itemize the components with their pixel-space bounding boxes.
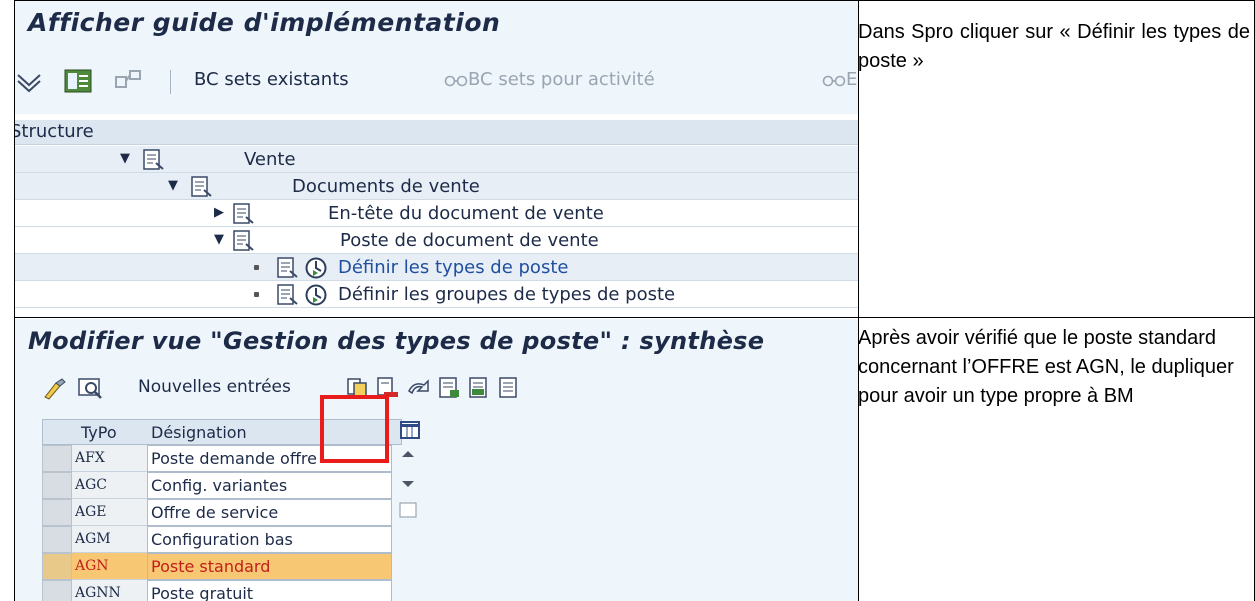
annotation-highlight-box (320, 395, 389, 463)
filter-icon[interactable] (16, 69, 42, 95)
bullet-icon (254, 265, 259, 270)
implementation-guide-screenshot: Afficher guide d'implémentation BC sets … (14, 0, 858, 317)
tree-label-poste-document: Poste de document de vente (340, 230, 599, 251)
document-icon (143, 149, 164, 170)
table-border-left (14, 0, 15, 601)
window-title: Afficher guide d'implémentation (28, 8, 501, 37)
document-table: Afficher guide d'implémentation BC sets … (0, 0, 1255, 601)
column-header-designation[interactable]: Désignation (151, 423, 247, 442)
document-icon (233, 203, 254, 224)
bottom-instruction-cell: Après avoir vérifié que le poste standar… (858, 324, 1250, 464)
execute-clock-icon[interactable] (304, 256, 328, 280)
table-row[interactable]: AGE Offre de service (42, 499, 402, 526)
structure-column-header: Structure (14, 120, 858, 145)
tree-node-documents-de-vente[interactable]: ▼ Documents de vente (14, 173, 858, 200)
document-icon (191, 176, 212, 197)
cell-typo: AGNN (72, 580, 147, 601)
collapsed-arrow-icon[interactable]: ▶ (214, 205, 224, 220)
bc-sets-pour-activite-button[interactable]: BC sets pour activité (468, 69, 655, 90)
row-selector[interactable] (42, 445, 72, 472)
tree-node-vente[interactable]: ▼ Vente (14, 146, 858, 173)
expand-arrow-icon[interactable]: ▼ (168, 178, 178, 193)
table-area: TyPo Désignation AFX Poste demande offre… (14, 411, 858, 601)
cell-typo: AGM (72, 526, 147, 553)
row-selector[interactable] (42, 553, 72, 580)
application-toolbar: BC sets existants BC sets pour activité … (14, 52, 858, 114)
tree-node-definir-types-poste[interactable]: Définir les types de poste (14, 254, 858, 281)
table-border-center (858, 0, 859, 601)
tree-label-definir-types-poste[interactable]: Définir les types de poste (338, 257, 568, 278)
row-selector[interactable] (42, 580, 72, 601)
toolbar-separator (170, 70, 171, 94)
cell-typo: AFX (72, 445, 147, 472)
column-settings-icon[interactable] (400, 421, 420, 439)
deselect-all-icon[interactable] (498, 377, 522, 399)
scroll-down-icon (402, 481, 414, 487)
bc-sets-existants-button[interactable]: BC sets existants (194, 69, 349, 90)
find-icon[interactable] (78, 377, 104, 401)
tree-label-vente: Vente (244, 149, 296, 170)
glasses-icon (444, 75, 468, 87)
tree-node-definir-groupes[interactable]: Définir les groupes de types de poste (14, 281, 858, 308)
vertical-scrollbar[interactable] (396, 445, 430, 585)
tree-label-en-tete: En-tête du document de vente (328, 203, 604, 224)
cell-designation[interactable]: Poste gratuit (147, 580, 392, 601)
cell-designation[interactable]: Config. variantes (147, 472, 392, 499)
undo-change-icon[interactable] (406, 377, 432, 399)
tree-label-definir-groupes[interactable]: Définir les groupes de types de poste (338, 284, 675, 305)
tree-view-icon[interactable] (64, 69, 92, 93)
table-border-middle (14, 317, 1255, 318)
document-icon (277, 257, 298, 278)
column-header-typo[interactable]: TyPo (81, 423, 117, 442)
bullet-icon (254, 292, 259, 297)
cell-typo: AGE (72, 499, 147, 526)
expand-arrow-icon[interactable]: ▼ (214, 232, 224, 247)
expand-arrow-icon[interactable]: ▼ (120, 151, 130, 166)
cell-designation[interactable]: Poste standard (147, 553, 392, 580)
change-display-icon[interactable] (42, 377, 68, 401)
structure-label: Structure (14, 121, 94, 142)
bottom-instruction-text: Après avoir vérifié que le poste standar… (858, 327, 1234, 407)
scroll-up-icon (402, 451, 414, 457)
select-block-icon[interactable] (468, 377, 492, 399)
tree-label-documents-de-vente: Documents de vente (292, 176, 480, 197)
cell-typo: AGN (72, 553, 147, 580)
tree-node-poste-document[interactable]: ▼ Poste de document de vente (14, 227, 858, 254)
table-border-top (14, 0, 1255, 1)
table-row[interactable]: AGC Config. variantes (42, 472, 402, 499)
row-selector[interactable] (42, 472, 72, 499)
window-title-bar: Afficher guide d'implémentation (14, 0, 858, 52)
document-icon (233, 230, 254, 251)
row-selector[interactable] (42, 526, 72, 553)
cell-designation[interactable]: Offre de service (147, 499, 392, 526)
table-row[interactable]: AGM Configuration bas (42, 526, 402, 553)
tree-node-en-tete[interactable]: ▶ En-tête du document de vente (14, 200, 858, 227)
cell-typo: AGC (72, 472, 147, 499)
cell-designation[interactable]: Configuration bas (147, 526, 392, 553)
window-title-bar: Modifier vue "Gestion des types de poste… (14, 319, 858, 367)
nouvelles-entrees-button[interactable]: Nouvelles entrées (138, 377, 291, 397)
execute-clock-icon[interactable] (304, 283, 328, 307)
table-row-selected[interactable]: AGN Poste standard (42, 553, 402, 580)
top-instruction-cell: Dans Spro cliquer sur « Définir les type… (858, 18, 1250, 98)
view-maintenance-screenshot: Modifier vue "Gestion des types de poste… (14, 319, 858, 601)
document-icon (277, 284, 298, 305)
row-selector[interactable] (42, 499, 72, 526)
glasses-icon (822, 75, 846, 87)
table-row[interactable]: AGNN Poste gratuit (42, 580, 402, 601)
application-toolbar: Nouvelles entrées (14, 367, 858, 411)
select-all-icon[interactable] (438, 377, 462, 399)
top-instruction-text: Dans Spro cliquer sur « Définir les type… (858, 21, 1250, 72)
bc-sets-cut-button[interactable]: E (846, 69, 857, 90)
window-title: Modifier vue "Gestion des types de poste… (28, 327, 765, 355)
hierarchy-icon[interactable] (114, 69, 144, 93)
